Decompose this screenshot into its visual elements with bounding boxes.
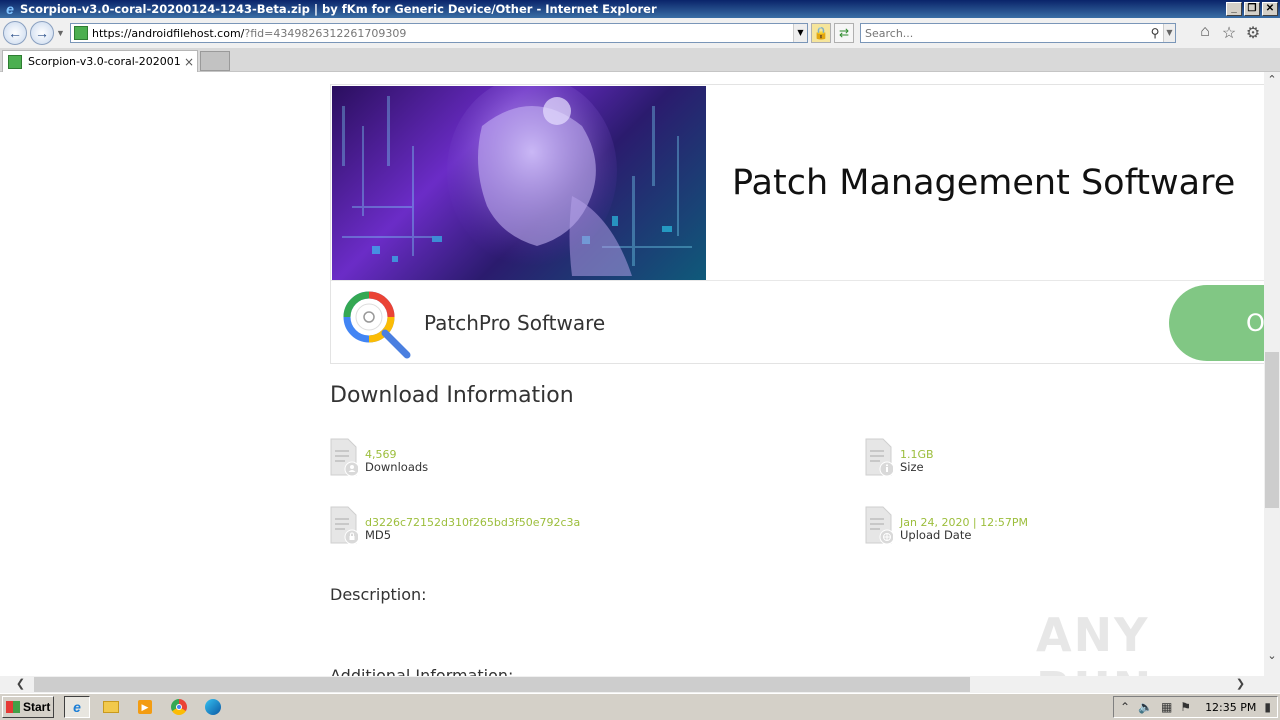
search-box[interactable]: ⚲ ▼ bbox=[860, 23, 1176, 43]
windows-taskbar: Start e ▶ ⌃ 🔈 ▦ ⚑ 12:35 PM ▮ bbox=[0, 693, 1280, 720]
minimize-button[interactable]: _ bbox=[1226, 2, 1242, 16]
upload-date-label: Upload Date bbox=[900, 528, 972, 542]
settings-gear-icon[interactable]: ⚙ bbox=[1244, 23, 1262, 43]
document-info-icon bbox=[865, 438, 893, 476]
ad-open-button[interactable]: Open bbox=[1169, 285, 1264, 361]
start-button[interactable]: Start bbox=[2, 696, 54, 718]
new-tab-button[interactable] bbox=[200, 51, 230, 71]
taskbar-file-explorer-icon[interactable] bbox=[98, 696, 124, 718]
page-content: Patch Management Software PatchPro Softw… bbox=[0, 72, 1264, 676]
taskbar-edge-icon[interactable] bbox=[200, 696, 226, 718]
tab-close-icon[interactable]: × bbox=[181, 55, 197, 69]
network-icon[interactable]: ▦ bbox=[1161, 700, 1172, 714]
anyrun-watermark: ANY RUN bbox=[1036, 608, 1151, 676]
tab-favicon-icon bbox=[8, 54, 22, 69]
back-button[interactable]: ← bbox=[3, 21, 27, 45]
horizontal-scrollbar[interactable]: ❮ ❯ bbox=[0, 676, 1280, 693]
info-upload-date: Jan 24, 2020 | 12:57PM Upload Date bbox=[865, 506, 1028, 544]
info-md5: d3226c72152d310f265bd3f50e792c3a MD5 bbox=[330, 506, 580, 544]
scroll-up-icon[interactable]: ⌃ bbox=[1264, 72, 1280, 88]
taskbar-media-player-icon[interactable]: ▶ bbox=[132, 696, 158, 718]
md5-label: MD5 bbox=[365, 528, 392, 542]
address-dropdown-icon[interactable]: ▼ bbox=[793, 24, 807, 42]
size-label: Size bbox=[900, 460, 924, 474]
document-lock-icon bbox=[330, 506, 358, 544]
url-host: https://androidfilehost.com/ bbox=[92, 26, 245, 40]
info-downloads: 4,569 Downloads bbox=[330, 438, 428, 476]
tab-bar: Scorpion-v3.0-coral-202001... × bbox=[0, 48, 1280, 72]
md5-value: d3226c72152d310f265bd3f50e792c3a bbox=[365, 516, 581, 529]
forward-button[interactable]: → bbox=[30, 21, 54, 45]
tab-scorpion[interactable]: Scorpion-v3.0-coral-202001... × bbox=[2, 50, 198, 72]
action-center-flag-icon[interactable]: ⚑ bbox=[1180, 700, 1191, 714]
vertical-scroll-thumb[interactable] bbox=[1265, 352, 1279, 508]
site-favicon-icon bbox=[74, 26, 88, 40]
window-titlebar: e Scorpion-v3.0-coral-20200124-1243-Beta… bbox=[0, 0, 1280, 18]
taskbar-internet-explorer-icon[interactable]: e bbox=[64, 696, 90, 718]
ad-headline[interactable]: Patch Management Software bbox=[732, 163, 1235, 203]
internet-explorer-icon: e bbox=[6, 1, 14, 17]
tray-expand-icon[interactable]: ⌃ bbox=[1120, 700, 1130, 714]
volume-icon[interactable]: 🔈 bbox=[1138, 700, 1153, 714]
show-desktop-icon[interactable]: ▮ bbox=[1264, 700, 1271, 714]
vertical-scrollbar[interactable]: ⌃ ⌄ bbox=[1264, 72, 1280, 676]
document-globe-icon bbox=[865, 506, 893, 544]
robot-face-illustration bbox=[342, 86, 692, 276]
additional-information-heading: Additional Information: bbox=[330, 666, 514, 676]
close-window-button[interactable]: ✕ bbox=[1262, 2, 1278, 16]
search-input[interactable] bbox=[861, 25, 1147, 41]
browser-toolbar-icons: ⌂ ☆ ⚙ bbox=[1196, 23, 1262, 43]
refresh-button[interactable]: ⇄ bbox=[834, 23, 854, 43]
tab-label: Scorpion-v3.0-coral-202001... bbox=[28, 55, 181, 68]
restore-button[interactable]: ❐ bbox=[1244, 2, 1260, 16]
security-lock-icon[interactable]: 🔒 bbox=[811, 23, 831, 43]
window-controls: _ ❐ ✕ bbox=[1226, 2, 1278, 16]
scroll-down-icon[interactable]: ⌄ bbox=[1264, 648, 1280, 664]
window-title: Scorpion-v3.0-coral-20200124-1243-Beta.z… bbox=[20, 2, 657, 16]
ad-footer: PatchPro Software Open bbox=[331, 280, 1264, 364]
address-bar[interactable]: https://androidfilehost.com/?fid=4349826… bbox=[70, 23, 808, 43]
info-size: 1.1GB Size bbox=[865, 438, 934, 476]
address-url[interactable]: https://androidfilehost.com/?fid=4349826… bbox=[92, 27, 793, 40]
document-person-icon bbox=[330, 438, 358, 476]
scroll-left-icon[interactable]: ❮ bbox=[12, 676, 29, 693]
scroll-right-icon[interactable]: ❯ bbox=[1232, 676, 1249, 693]
navigation-bar: ← → ▼ https://androidfilehost.com/?fid=4… bbox=[0, 18, 1280, 48]
taskbar-clock[interactable]: 12:35 PM bbox=[1205, 701, 1256, 714]
description-heading: Description: bbox=[330, 585, 427, 604]
horizontal-scroll-thumb[interactable] bbox=[34, 677, 970, 692]
history-dropdown-icon[interactable]: ▼ bbox=[56, 28, 66, 38]
downloads-label: Downloads bbox=[365, 460, 429, 474]
quick-launch: e ▶ bbox=[64, 696, 226, 718]
advertisement[interactable]: Patch Management Software PatchPro Softw… bbox=[330, 84, 1264, 364]
favorites-star-icon[interactable]: ☆ bbox=[1220, 23, 1238, 43]
download-information-heading: Download Information bbox=[330, 383, 574, 408]
search-icon[interactable]: ⚲ bbox=[1147, 26, 1163, 40]
windows-logo-icon bbox=[6, 701, 20, 713]
system-tray: ⌃ 🔈 ▦ ⚑ 12:35 PM ▮ bbox=[1112, 696, 1278, 718]
taskbar-chrome-icon[interactable] bbox=[166, 696, 192, 718]
home-icon[interactable]: ⌂ bbox=[1196, 23, 1214, 43]
ad-brand-name[interactable]: PatchPro Software bbox=[424, 311, 605, 335]
search-dropdown-icon[interactable]: ▼ bbox=[1163, 24, 1175, 42]
ad-banner-image[interactable] bbox=[332, 86, 706, 280]
patchpro-logo-icon bbox=[343, 291, 411, 359]
start-label: Start bbox=[23, 700, 51, 714]
url-path: ?fid=4349826312261709309 bbox=[244, 26, 407, 40]
